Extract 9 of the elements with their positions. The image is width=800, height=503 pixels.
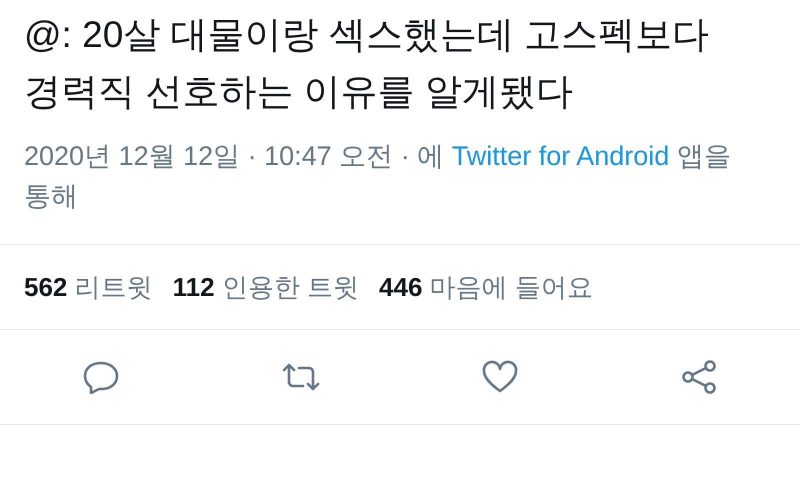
heart-icon[interactable]: [481, 360, 520, 394]
tweet-timestamp: 2020년 12월 12일 · 10:47 오전 · 에 Twitter for Android 앱을 통해: [24, 140, 732, 213]
retweet-icon[interactable]: [280, 362, 321, 392]
reply-icon[interactable]: [82, 360, 120, 394]
stat-count[interactable]: 562 리트윗: [24, 270, 153, 304]
share-icon[interactable]: [680, 359, 718, 395]
tweet-text: @: 20살 대물이랑 섹스했는데 고스펙보다 경력직 선호하는 이유를 알게됐다: [24, 13, 710, 114]
stat-count[interactable]: 446 마음에 들어요: [379, 270, 593, 304]
stat-count[interactable]: 112 인용한 트윗: [172, 270, 360, 304]
